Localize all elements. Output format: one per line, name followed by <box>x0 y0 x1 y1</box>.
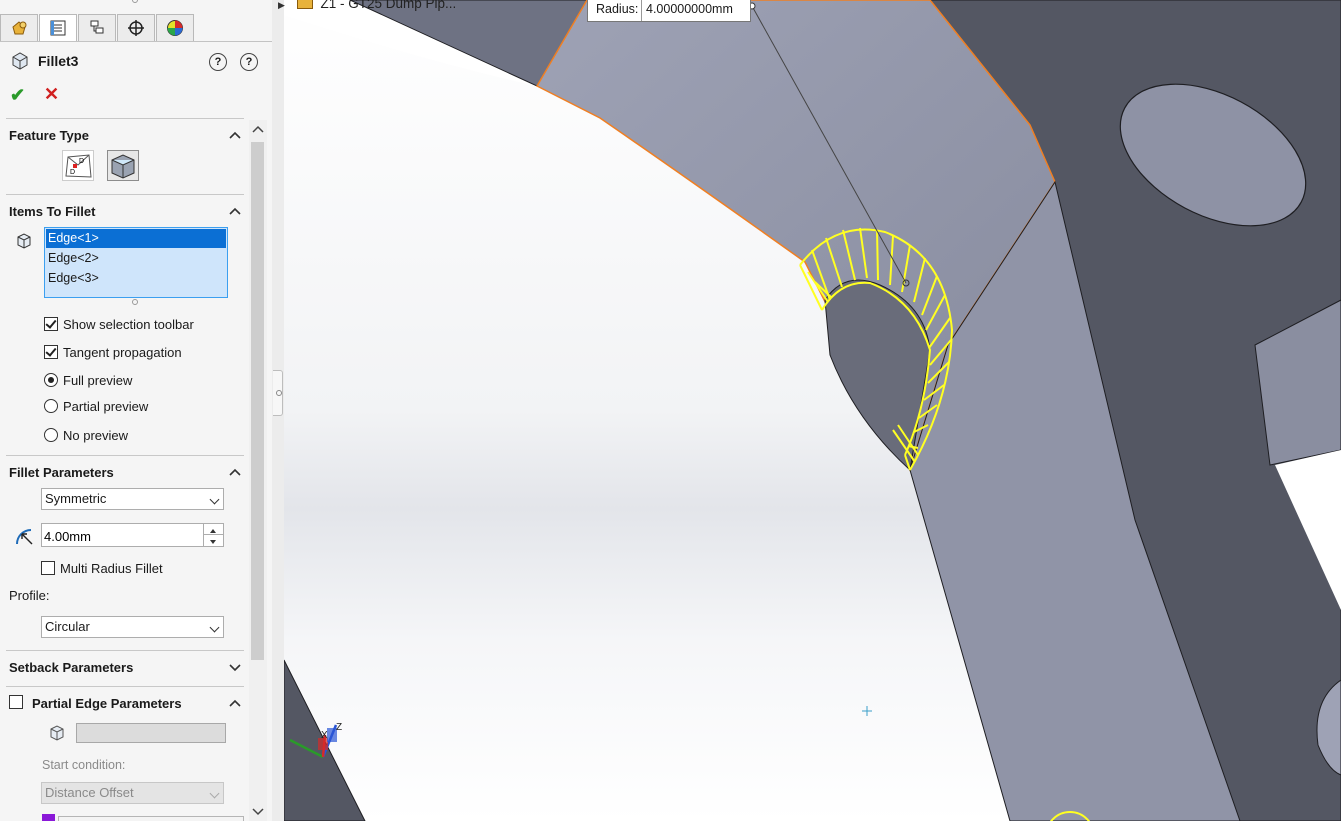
radius-icon <box>16 529 33 545</box>
expand-arrow-icon[interactable]: ▶ <box>278 0 285 10</box>
chevron-up-icon[interactable] <box>229 698 241 708</box>
tangent-propagation-checkbox[interactable] <box>44 345 58 359</box>
arrow-down-icon <box>210 540 216 544</box>
no-preview-radio[interactable] <box>44 428 58 442</box>
detailed-preview-help-icon[interactable]: ? <box>209 53 227 71</box>
part-name: Z1 - GT25 Dump Pip... <box>320 0 457 11</box>
display-manager-tab[interactable] <box>156 14 194 41</box>
list-item[interactable]: Edge<3> <box>46 269 226 288</box>
triad-z-label: Z <box>336 722 342 733</box>
full-preview-radio[interactable] <box>44 373 58 387</box>
edge-selection-icon <box>17 233 31 249</box>
fillet-method-select[interactable]: Symmetric <box>41 488 224 510</box>
panel-scrollbar[interactable] <box>249 120 267 821</box>
profile-label: Profile: <box>9 588 50 603</box>
items-to-fillet-heading: Items To Fillet <box>9 204 96 219</box>
scroll-up-icon[interactable] <box>252 124 264 134</box>
feature-manager-icon <box>12 21 27 35</box>
start-condition-select[interactable]: Distance Offset <box>41 782 224 804</box>
property-manager-tab[interactable] <box>39 14 77 41</box>
feature-tree-flyout[interactable]: ▶ Z1 - GT25 Dump Pip... <box>278 0 456 11</box>
graphics-viewport[interactable]: X Z <box>284 0 1341 821</box>
dimxpert-manager-tab[interactable] <box>117 14 155 41</box>
section-divider <box>6 118 244 119</box>
radius-spinbox[interactable] <box>41 523 224 547</box>
feature-title: Fillet3 <box>38 53 79 69</box>
radius-callout[interactable]: Radius: 4.00000000mm <box>587 0 751 22</box>
radius-callout-label: Radius: <box>588 0 642 21</box>
section-divider <box>6 455 244 456</box>
panel-grip-dot <box>132 0 138 3</box>
triad-x-label: X <box>321 730 328 741</box>
ok-button[interactable]: ✔ <box>10 85 25 106</box>
spin-down-button[interactable] <box>203 535 223 546</box>
list-item[interactable]: Edge<2> <box>46 249 226 268</box>
configuration-manager-tab[interactable] <box>78 14 116 41</box>
chevron-up-icon[interactable] <box>229 467 241 477</box>
splitter-grip[interactable] <box>273 370 283 416</box>
scrollbar-thumb[interactable] <box>251 142 264 660</box>
fillet-parameters-heading: Fillet Parameters <box>9 465 114 480</box>
property-manager-panel: Fillet3 ? ? ✔ ✕ Feature Type DD Items To… <box>0 0 273 821</box>
multi-radius-checkbox[interactable] <box>41 561 55 575</box>
feature-title-row: Fillet3 <box>10 50 78 72</box>
section-divider <box>6 686 244 687</box>
full-preview-label: Full preview <box>63 373 133 388</box>
chevron-up-icon[interactable] <box>229 130 241 140</box>
manual-fillet-icon: DD <box>65 154 92 178</box>
list-resize-handle[interactable] <box>132 299 138 305</box>
configuration-manager-icon <box>90 20 104 34</box>
start-condition-value: Distance Offset <box>45 785 134 800</box>
start-condition-label: Start condition: <box>42 758 126 772</box>
section-divider <box>6 194 244 195</box>
feature-type-heading: Feature Type <box>9 128 89 143</box>
fillet-method-value: Symmetric <box>45 491 107 506</box>
setback-parameters-heading[interactable]: Setback Parameters <box>9 660 133 675</box>
color-swatch <box>42 814 55 821</box>
radius-callout-value[interactable]: 4.00000000mm <box>646 0 733 21</box>
chevron-down-icon <box>209 788 220 799</box>
crosshair-icon <box>128 20 144 36</box>
manager-tabs <box>0 14 200 42</box>
tabbar-divider <box>0 41 272 42</box>
chevron-up-icon[interactable] <box>229 206 241 216</box>
grip-dot <box>276 390 282 396</box>
offset-field[interactable] <box>58 816 244 821</box>
chevron-down-icon[interactable] <box>229 662 241 672</box>
radius-input[interactable] <box>42 525 196 547</box>
property-manager-icon <box>50 20 66 36</box>
tangent-propagation-label: Tangent propagation <box>63 345 182 360</box>
part-icon <box>296 0 313 9</box>
scroll-down-icon[interactable] <box>252 806 264 816</box>
multi-radius-label: Multi Radius Fillet <box>60 561 163 576</box>
partial-edge-checkbox[interactable] <box>9 695 23 709</box>
spin-up-button[interactable] <box>203 524 223 535</box>
section-divider <box>6 650 244 651</box>
show-selection-toolbar-checkbox[interactable] <box>44 317 58 331</box>
show-selection-toolbar-label: Show selection toolbar <box>63 317 194 332</box>
profile-select[interactable]: Circular <box>41 616 224 638</box>
svg-text:D: D <box>79 158 84 165</box>
partial-preview-label: Partial preview <box>63 399 149 414</box>
display-manager-icon <box>167 20 183 36</box>
chevron-down-icon <box>209 622 220 633</box>
partial-edge-selection-field[interactable] <box>76 723 226 743</box>
feature-manager-tab[interactable] <box>0 14 38 41</box>
manual-fillet-button[interactable]: DD <box>62 150 94 181</box>
no-preview-label: No preview <box>63 428 129 443</box>
help-icon[interactable]: ? <box>240 53 258 71</box>
chevron-down-icon <box>209 494 220 505</box>
edge-selection-icon <box>50 725 64 741</box>
cancel-button[interactable]: ✕ <box>44 84 59 105</box>
list-item[interactable]: Edge<1> <box>46 229 226 248</box>
partial-edge-heading: Partial Edge Parameters <box>32 696 182 711</box>
edges-list[interactable]: Edge<1> Edge<2> Edge<3> <box>44 227 228 298</box>
fillet-xpert-icon <box>111 154 135 179</box>
profile-value: Circular <box>45 619 90 634</box>
svg-text:D: D <box>70 169 75 176</box>
fillet-xpert-button[interactable] <box>107 150 139 181</box>
partial-preview-radio[interactable] <box>44 399 58 413</box>
fillet-feature-icon <box>12 52 28 70</box>
